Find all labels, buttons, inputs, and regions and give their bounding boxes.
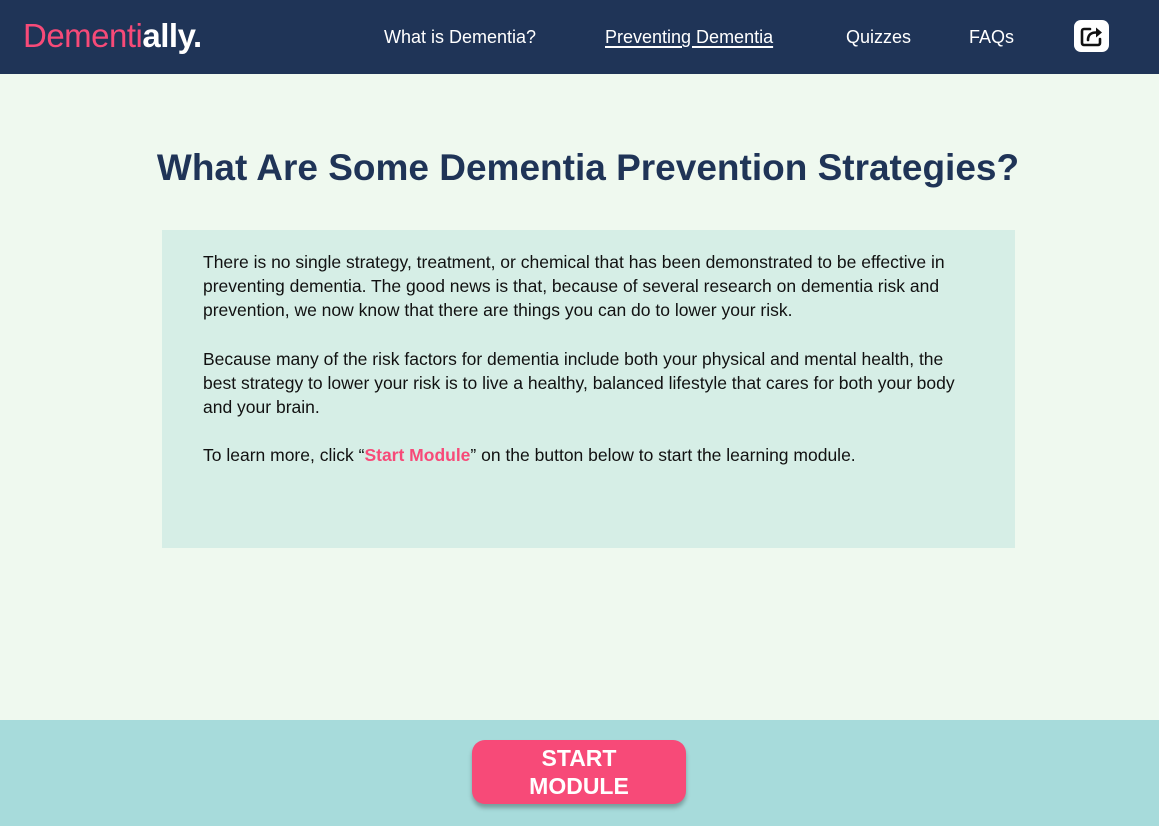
start-module-highlight: Start Module: [364, 445, 471, 466]
info-paragraph-3: To learn more, click “Start Module” on t…: [203, 443, 955, 467]
nav-link-faqs[interactable]: FAQs: [969, 24, 1014, 50]
info-paragraph-3-end: ” on the button below to start the learn…: [470, 445, 856, 466]
nav-link-what-is-dementia[interactable]: What is Dementia?: [384, 24, 536, 50]
logo-text-primary: Dementi: [23, 17, 143, 54]
start-module-button[interactable]: START MODULE: [472, 740, 686, 804]
nav-link-quizzes[interactable]: Quizzes: [846, 24, 911, 50]
info-paragraph-3-start: To learn more, click “: [203, 445, 365, 466]
share-button[interactable]: [1074, 20, 1109, 52]
info-box: There is no single strategy, treatment, …: [162, 230, 1015, 548]
nav-link-preventing-dementia[interactable]: Preventing Dementia: [605, 24, 773, 50]
page-title: What Are Some Dementia Prevention Strate…: [156, 147, 1020, 188]
info-paragraph-1: There is no single strategy, treatment, …: [203, 252, 945, 321]
info-paragraph-2: Because many of the risk factors for dem…: [203, 348, 955, 418]
share-icon: [1080, 27, 1102, 47]
top-navbar: Dementially. What is Dementia? Preventin…: [0, 0, 1159, 74]
logo-text-secondary: ally.: [142, 17, 202, 54]
logo[interactable]: Dementially.: [23, 14, 202, 58]
